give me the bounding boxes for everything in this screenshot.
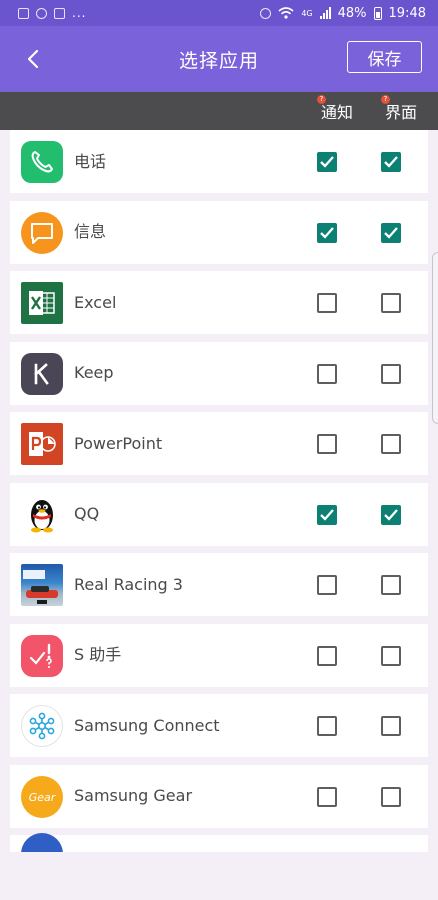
app-name: Keep [74, 363, 114, 382]
clock: 19:48 [388, 5, 426, 21]
interface-checkbox[interactable] [381, 222, 401, 243]
keep-icon [21, 352, 63, 395]
column-header-notification[interactable]: ? 通知 [315, 92, 359, 130]
qq-penguin-icon [21, 493, 63, 536]
samsung-gear-icon: Gear [21, 775, 63, 818]
app-row-keep[interactable]: Keep [10, 341, 428, 405]
notification-checkbox[interactable] [317, 222, 337, 243]
interface-checkbox[interactable] [381, 293, 401, 313]
status-bar: ... 4G 48% 19:48 [0, 0, 438, 26]
column-header-interface[interactable]: ? 界面 [379, 92, 423, 130]
app-name: Samsung Connect [74, 715, 220, 735]
shopping-notification-icon [54, 7, 65, 19]
app-icon-partial [21, 833, 63, 852]
save-button[interactable]: 保存 [347, 41, 422, 73]
app-row-phone[interactable]: 电话 [10, 130, 428, 193]
powerpoint-icon [21, 423, 63, 465]
edge-panel-handle[interactable] [432, 252, 438, 424]
battery-icon [373, 6, 382, 20]
notification-checkbox[interactable] [317, 363, 337, 384]
app-bar: 选择应用 保存 [0, 26, 438, 92]
excel-icon [21, 282, 63, 324]
app-name: 信息 [74, 222, 107, 241]
back-button[interactable] [14, 40, 52, 78]
message-icon [21, 211, 63, 254]
notification-checkbox[interactable] [317, 293, 337, 313]
help-badge-icon[interactable]: ? [317, 95, 326, 104]
real-racing-icon [21, 564, 63, 606]
notification-checkbox[interactable] [317, 504, 337, 525]
samsung-connect-icon [21, 705, 63, 747]
interface-checkbox[interactable] [381, 645, 401, 666]
app-row-samsung-connect[interactable]: Samsung Connect [10, 694, 428, 757]
column-header-notification-label: 通知 [320, 103, 353, 122]
notification-checkbox[interactable] [317, 645, 337, 666]
notification-checkbox[interactable] [317, 786, 337, 807]
notification-checkbox[interactable] [317, 716, 337, 736]
battery-percent: 48% [337, 5, 367, 21]
svg-text:Gear: Gear [29, 791, 57, 804]
app-list[interactable]: 电话 信息 Excel Keep PowerPoint QQ Real Raci… [10, 130, 428, 852]
app-row-messages[interactable]: 信息 [10, 200, 428, 264]
phone-icon [21, 141, 63, 183]
notification-checkbox[interactable] [317, 152, 337, 172]
app-row-s-assistant[interactable]: S 助手 [10, 623, 428, 687]
app-name: Excel [74, 292, 117, 312]
app-name: Real Racing 3 [74, 574, 183, 594]
column-header-bar: ? 通知 ? 界面 [0, 92, 438, 130]
help-badge-icon[interactable]: ? [381, 95, 390, 104]
interface-checkbox[interactable] [381, 434, 401, 454]
interface-checkbox[interactable] [381, 152, 401, 172]
notification-checkbox[interactable] [317, 434, 337, 454]
app-name: S 助手 [74, 645, 122, 664]
download-notification-icon [36, 7, 47, 19]
app-row-samsung-gear[interactable]: Gear Samsung Gear [10, 764, 428, 828]
interface-checkbox[interactable] [381, 363, 401, 384]
app-name: PowerPoint [74, 433, 163, 453]
gallery-notification-icon [18, 7, 29, 19]
app-row-partial[interactable] [10, 833, 428, 852]
interface-checkbox[interactable] [381, 504, 401, 525]
app-row-qq[interactable]: QQ [10, 482, 428, 546]
interface-checkbox[interactable] [381, 716, 401, 736]
more-notifications-indicator: ... [72, 6, 87, 20]
app-name: 电话 [74, 151, 107, 171]
app-row-powerpoint[interactable]: PowerPoint [10, 412, 428, 475]
app-name: QQ [74, 504, 100, 523]
interface-checkbox[interactable] [381, 786, 401, 807]
column-header-interface-label: 界面 [384, 103, 417, 122]
interface-checkbox[interactable] [381, 575, 401, 595]
network-type-label: 4G [301, 8, 313, 18]
alarm-icon [260, 7, 272, 19]
status-bar-left: ... [18, 6, 86, 20]
notification-checkbox[interactable] [317, 575, 337, 595]
back-arrow-icon [27, 49, 39, 69]
s-assistant-icon [21, 634, 63, 677]
app-name: Samsung Gear [74, 786, 193, 805]
app-row-excel[interactable]: Excel [10, 271, 428, 334]
wifi-icon [278, 7, 294, 19]
app-row-real-racing-3[interactable]: Real Racing 3 [10, 553, 428, 616]
status-bar-right: 4G 48% 19:48 [260, 6, 426, 21]
signal-strength-icon [319, 7, 331, 19]
